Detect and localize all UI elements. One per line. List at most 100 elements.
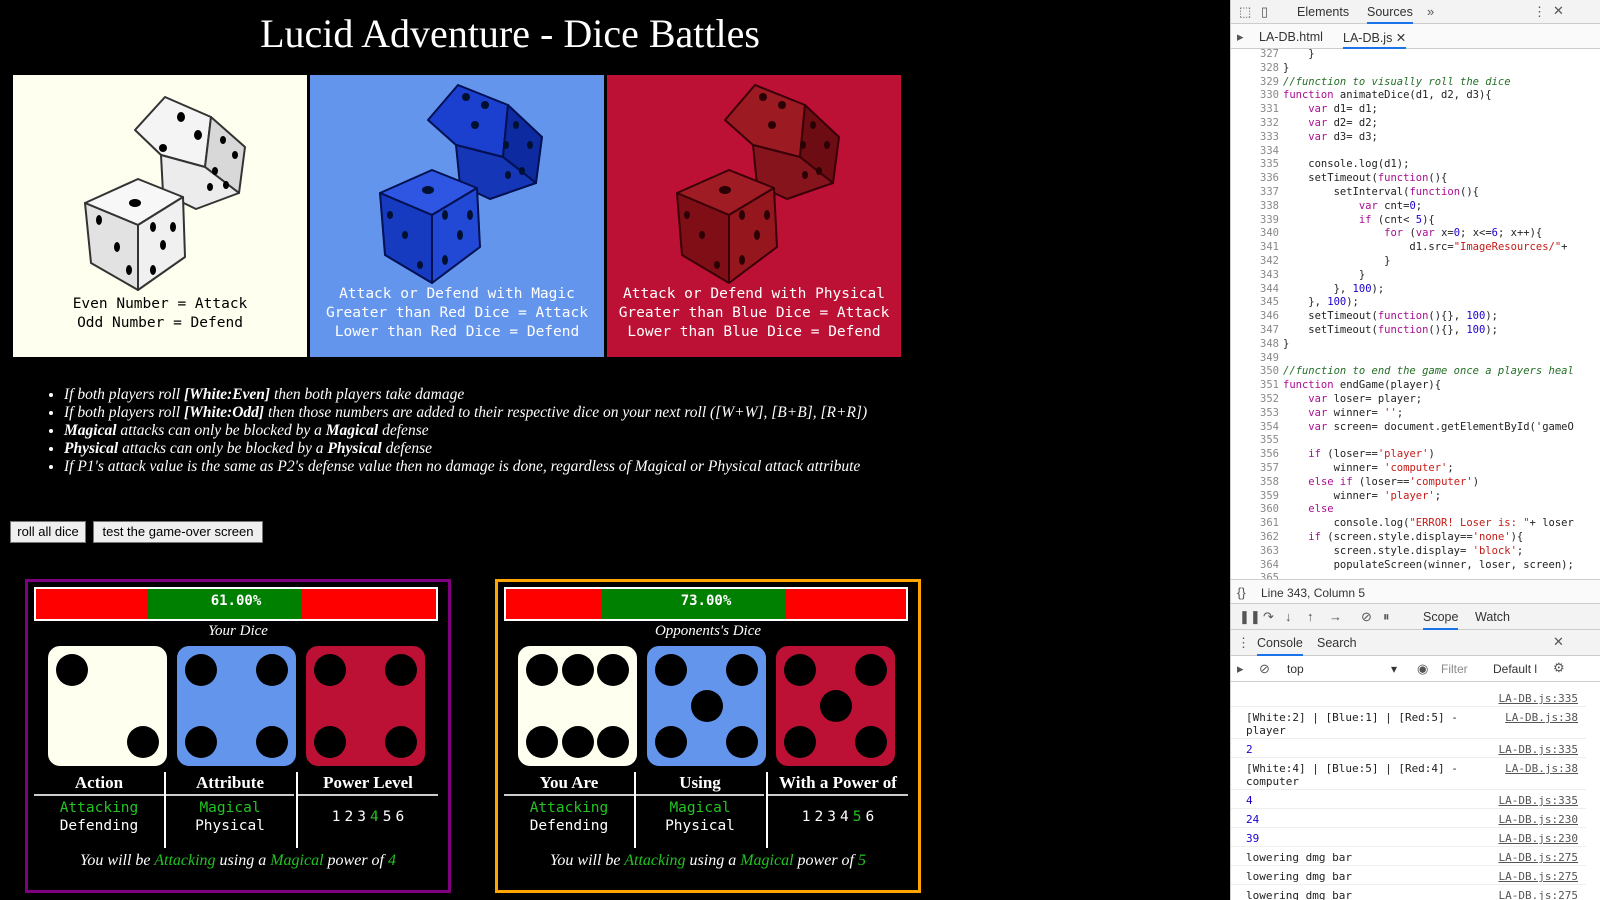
- tab-watch[interactable]: Watch: [1475, 610, 1510, 624]
- code-text: else: [1308, 503, 1334, 516]
- inspect-icon[interactable]: ⬚: [1239, 4, 1251, 20]
- line-number[interactable]: 344: [1231, 283, 1279, 297]
- console-source-link[interactable]: LA-DB.js:230: [1499, 813, 1578, 826]
- step-icon[interactable]: →: [1329, 609, 1342, 624]
- line-number[interactable]: 353: [1231, 407, 1279, 421]
- console-settings-icon[interactable]: ⚙: [1553, 660, 1565, 676]
- line-number[interactable]: 363: [1231, 545, 1279, 559]
- console-source-link[interactable]: LA-DB.js:275: [1499, 870, 1578, 883]
- line-number[interactable]: 341: [1231, 241, 1279, 255]
- line-number[interactable]: 331: [1231, 103, 1279, 117]
- line-number[interactable]: 338: [1231, 200, 1279, 214]
- code-editor[interactable]: 327 } 328} 329 //function to visually roll …: [1231, 49, 1600, 579]
- attribute-physical[interactable]: Physical: [166, 817, 294, 835]
- line-number[interactable]: 345: [1231, 296, 1279, 310]
- format-icon[interactable]: {}: [1237, 585, 1246, 600]
- rule-item: Physical attacks can only be blocked by …: [64, 440, 867, 458]
- console-source-link[interactable]: LA-DB.js:38: [1505, 762, 1578, 775]
- line-number[interactable]: 332: [1231, 117, 1279, 131]
- file-tab-html[interactable]: LA-DB.html: [1259, 30, 1323, 44]
- line-number[interactable]: 327: [1231, 49, 1279, 62]
- line-number[interactable]: 348: [1231, 338, 1279, 352]
- player-white-die[interactable]: [46, 644, 169, 768]
- player-power-level-6[interactable]: 6: [395, 809, 404, 825]
- line-number[interactable]: 334: [1231, 145, 1279, 159]
- tab-elements[interactable]: Elements: [1297, 5, 1349, 19]
- step-into-icon[interactable]: ↓: [1285, 609, 1292, 624]
- line-number[interactable]: 346: [1231, 310, 1279, 324]
- console-source-link[interactable]: LA-DB.js:335: [1499, 743, 1578, 756]
- console-source-link[interactable]: LA-DB.js:335: [1499, 693, 1578, 705]
- line-number[interactable]: 336: [1231, 172, 1279, 186]
- console-sidebar-icon[interactable]: ▸: [1237, 661, 1244, 677]
- line-number[interactable]: 360: [1231, 503, 1279, 517]
- test-game-over-button[interactable]: test the game-over screen: [93, 521, 263, 543]
- line-number[interactable]: 351: [1231, 379, 1279, 393]
- player-power-level-5[interactable]: 5: [383, 809, 392, 825]
- line-number[interactable]: 330: [1231, 89, 1279, 103]
- line-number[interactable]: 352: [1231, 393, 1279, 407]
- tab-search[interactable]: Search: [1317, 636, 1357, 650]
- line-number[interactable]: 339: [1231, 214, 1279, 228]
- filter-input[interactable]: Filter: [1441, 662, 1468, 676]
- line-number[interactable]: 357: [1231, 462, 1279, 476]
- pause-on-exceptions-icon[interactable]: ⏸: [1383, 609, 1390, 625]
- console-source-link[interactable]: LA-DB.js:275: [1499, 851, 1578, 864]
- line-number[interactable]: 359: [1231, 490, 1279, 504]
- tab-console[interactable]: Console: [1257, 636, 1303, 656]
- deactivate-breakpoints-icon[interactable]: ⊘: [1361, 609, 1372, 625]
- pause-icon[interactable]: ❚❚: [1239, 609, 1261, 625]
- line-number[interactable]: 337: [1231, 186, 1279, 200]
- close-devtools-icon[interactable]: ✕: [1553, 3, 1564, 19]
- console-source-link[interactable]: LA-DB.js:335: [1499, 794, 1578, 807]
- line-number[interactable]: 343: [1231, 269, 1279, 283]
- player-red-die[interactable]: [304, 644, 427, 768]
- line-number[interactable]: 364: [1231, 559, 1279, 573]
- roll-all-dice-button[interactable]: roll all dice: [10, 521, 86, 543]
- line-number[interactable]: 349: [1231, 352, 1279, 366]
- console-source-link[interactable]: LA-DB.js:230: [1499, 832, 1578, 845]
- line-number[interactable]: 329: [1231, 76, 1279, 90]
- drawer-menu-icon[interactable]: ⋮: [1237, 635, 1250, 651]
- step-out-icon[interactable]: ↑: [1307, 609, 1314, 624]
- player-power-level-4[interactable]: 4: [370, 809, 379, 825]
- context-select[interactable]: top ▾: [1287, 662, 1397, 676]
- step-over-icon[interactable]: ↷: [1263, 609, 1274, 625]
- player-power-level-3[interactable]: 3: [357, 809, 366, 825]
- line-number[interactable]: 333: [1231, 131, 1279, 145]
- action-attacking[interactable]: Attacking: [34, 799, 164, 817]
- player-blue-die[interactable]: [175, 644, 298, 768]
- line-number[interactable]: 350: [1231, 365, 1279, 379]
- log-levels-select[interactable]: Default l: [1493, 662, 1537, 676]
- kebab-menu-icon[interactable]: ⋮: [1533, 4, 1546, 20]
- console-source-link[interactable]: LA-DB.js:275: [1499, 889, 1578, 900]
- line-number[interactable]: 356: [1231, 448, 1279, 462]
- line-number[interactable]: 335: [1231, 158, 1279, 172]
- attribute-magical[interactable]: Magical: [166, 799, 294, 817]
- line-number[interactable]: 365: [1231, 572, 1279, 579]
- player-power-level-2[interactable]: 2: [345, 809, 354, 825]
- close-drawer-icon[interactable]: ✕: [1553, 634, 1564, 650]
- more-tabs-icon[interactable]: »: [1427, 4, 1434, 19]
- line-number[interactable]: 340: [1231, 227, 1279, 241]
- using-header: Using: [636, 772, 764, 796]
- line-number[interactable]: 354: [1231, 421, 1279, 435]
- tab-sources[interactable]: Sources: [1367, 5, 1413, 24]
- device-toggle-icon[interactable]: ▯: [1261, 4, 1268, 20]
- line-number[interactable]: 362: [1231, 531, 1279, 545]
- player-power-level-1[interactable]: 1: [332, 809, 341, 825]
- navigator-toggle-icon[interactable]: ▸: [1237, 29, 1244, 45]
- die-pip: [597, 726, 629, 758]
- line-number[interactable]: 358: [1231, 476, 1279, 490]
- tab-scope[interactable]: Scope: [1423, 610, 1459, 630]
- line-number[interactable]: 328: [1231, 62, 1279, 76]
- clear-console-icon[interactable]: ⊘: [1259, 661, 1270, 677]
- action-defending[interactable]: Defending: [34, 817, 164, 835]
- live-expression-icon[interactable]: ◉: [1417, 661, 1428, 677]
- line-number[interactable]: 361: [1231, 517, 1279, 531]
- console-source-link[interactable]: LA-DB.js:38: [1505, 711, 1578, 724]
- line-number[interactable]: 355: [1231, 434, 1279, 448]
- file-tab-js[interactable]: LA-DB.js ✕: [1343, 30, 1407, 49]
- line-number[interactable]: 342: [1231, 255, 1279, 269]
- line-number[interactable]: 347: [1231, 324, 1279, 338]
